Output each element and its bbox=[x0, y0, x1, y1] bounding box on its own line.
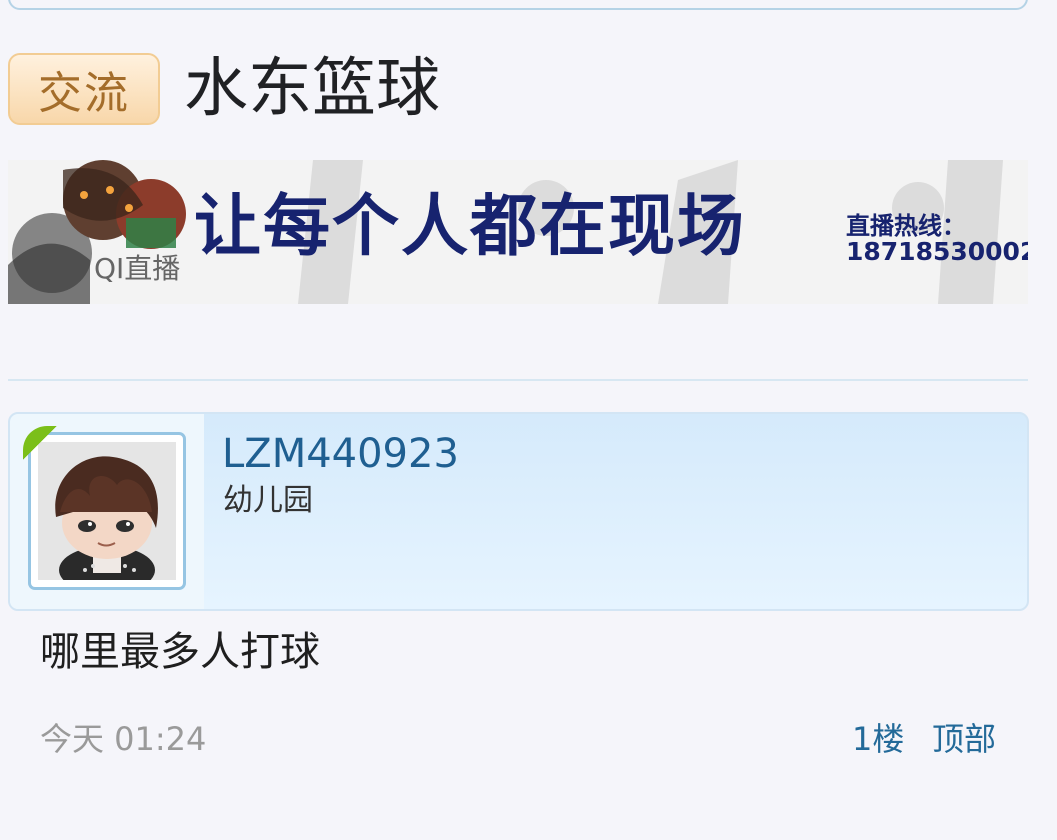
category-badge[interactable]: 交流 bbox=[8, 53, 160, 125]
green-corner-icon bbox=[23, 426, 57, 460]
ql-live-logo: QI直播 bbox=[94, 252, 181, 285]
avatar-panel bbox=[10, 414, 204, 609]
cartoon-avatar[interactable] bbox=[38, 442, 176, 580]
thread-header: 交流 水东篮球 bbox=[8, 50, 440, 128]
banner-hotline-number: 18718530002 bbox=[846, 237, 1028, 266]
post-time: 今天 01:24 bbox=[40, 720, 207, 758]
banner-hotline-label: 直播热线： bbox=[846, 212, 966, 240]
thread-title: 水东篮球 bbox=[184, 52, 440, 126]
banner-headline: 让每个人都在现场 bbox=[194, 187, 746, 265]
post-author-username[interactable]: LZM440923 bbox=[222, 434, 459, 474]
back-to-top-link[interactable]: 顶部 bbox=[932, 723, 996, 755]
post-author-level: 幼儿园 bbox=[223, 483, 313, 518]
section-divider bbox=[8, 379, 1028, 381]
floor-number-link[interactable]: 1楼 bbox=[852, 723, 904, 755]
post-author-card: LZM440923 幼儿园 bbox=[8, 412, 1029, 611]
advertisement-banner[interactable]: 让每个人都在现场 直播热线： 18718530002 QI直播 bbox=[8, 160, 1028, 304]
post-content: 哪里最多人打球 bbox=[40, 629, 320, 675]
previous-content-box bbox=[8, 0, 1028, 10]
